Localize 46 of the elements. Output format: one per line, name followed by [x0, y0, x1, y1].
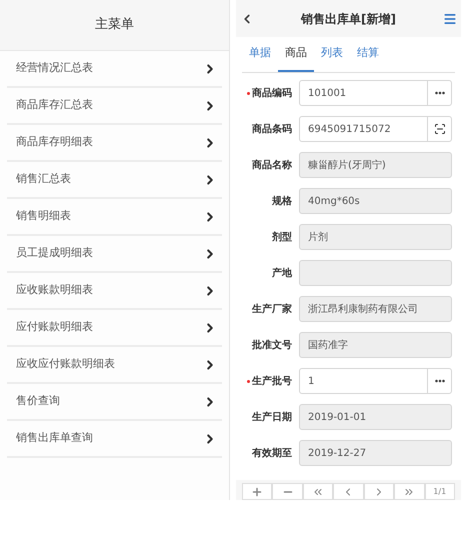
page-indicator[interactable]: 1/1	[424, 483, 455, 500]
input-field[interactable]: 片剂	[299, 224, 452, 250]
menu-item[interactable]: 销售出库单查询	[7, 421, 222, 458]
input-field[interactable]	[299, 260, 452, 286]
field-label: 生产日期	[252, 410, 292, 424]
toolbar-button[interactable]	[394, 483, 425, 500]
plus-icon	[251, 486, 264, 498]
field-label: 有效期至	[252, 446, 292, 460]
input-field[interactable]: 101001	[299, 80, 452, 106]
field-label: 剂型	[272, 230, 292, 244]
menu-item[interactable]: 售价查询	[7, 384, 222, 421]
menu-item[interactable]: 应付账款明细表	[7, 310, 222, 347]
field-label: 商品条码	[252, 122, 292, 136]
toolbar-button[interactable]	[242, 483, 272, 500]
menu-item[interactable]: 应收账款明细表	[7, 273, 222, 310]
menu-item[interactable]: 销售明细表	[7, 199, 222, 236]
field-label: 生产批号	[252, 374, 292, 388]
input-field[interactable]: 40mg*60s	[299, 188, 452, 214]
menu-icon[interactable]	[443, 12, 457, 26]
field-label: 商品名称	[252, 158, 292, 172]
input-field[interactable]: 6945091715072	[299, 116, 452, 142]
scan-icon	[434, 123, 446, 135]
input-field[interactable]: 2019-01-01	[299, 404, 452, 430]
tab[interactable]: 单据	[242, 37, 278, 72]
menu-title: 主菜单	[95, 16, 134, 34]
field-label: 商品编码	[252, 86, 292, 100]
input-field[interactable]: 糠甾醇片(牙周宁)	[299, 152, 452, 178]
input-field[interactable]: 2019-12-27	[299, 440, 452, 466]
tab[interactable]: 列表	[314, 37, 350, 72]
field-label: 产地	[272, 266, 292, 280]
menu-item[interactable]: 商品库存明细表	[7, 125, 222, 162]
tab[interactable]: 商品	[278, 37, 314, 72]
tab[interactable]: 结算	[350, 37, 386, 72]
menu-item[interactable]: 应收应付账款明细表	[7, 347, 222, 384]
input-field[interactable]: 国药准字	[299, 332, 452, 358]
toolbar-button[interactable]	[302, 483, 334, 500]
menu-item[interactable]: 经营情况汇总表	[7, 51, 222, 88]
form-title: 销售出库单[新增]	[301, 10, 396, 28]
field-label: 批准文号	[252, 338, 292, 352]
menu-item[interactable]: 销售汇总表	[7, 162, 222, 199]
field-label: 规格	[272, 194, 292, 208]
input-field[interactable]: 浙江昂利康制药有限公司	[299, 296, 452, 322]
field-label: 生产厂家	[252, 302, 292, 316]
menu-item[interactable]: 商品库存汇总表	[7, 88, 222, 125]
input-field[interactable]: 1	[299, 368, 452, 394]
menu-item[interactable]: 员工提成明细表	[7, 236, 222, 273]
